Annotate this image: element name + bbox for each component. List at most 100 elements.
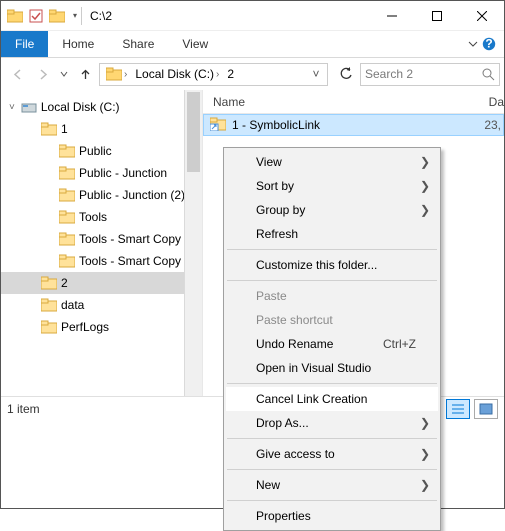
chevron-right-icon[interactable]: › <box>124 69 127 80</box>
menu-item-label: Give access to <box>256 447 335 461</box>
menu-item: Paste shortcut <box>226 308 438 332</box>
crumb-drive[interactable]: Local Disk (C:) <box>135 67 214 81</box>
chevron-right-icon: ❯ <box>420 416 430 430</box>
chevron-right-icon: ❯ <box>420 203 430 217</box>
ribbon-expand[interactable]: ? <box>460 31 504 57</box>
forward-button[interactable] <box>31 62 55 86</box>
menu-item[interactable]: Customize this folder... <box>226 253 438 277</box>
search-input[interactable]: Search 2 <box>360 63 500 86</box>
file-date: 23, <box>484 118 503 132</box>
menu-separator <box>227 438 437 439</box>
menu-item-label: Customize this folder... <box>256 258 377 272</box>
svg-text:?: ? <box>485 37 492 51</box>
menu-item[interactable]: Drop As...❯ <box>226 411 438 435</box>
list-row[interactable]: 1 - SymbolicLink23, <box>203 114 504 136</box>
folder-shortcut-icon <box>210 117 226 133</box>
qat-dropdown-icon[interactable]: ▾ <box>73 11 77 20</box>
scrollbar-thumb[interactable] <box>187 92 200 172</box>
folder-icon <box>59 232 75 246</box>
col-date[interactable]: Da <box>489 95 504 109</box>
thumbnails-view-button[interactable] <box>474 399 498 419</box>
file-tab[interactable]: File <box>1 31 48 57</box>
nav-tree[interactable]: ˅Local Disk (C:)1PublicPublic - Junction… <box>1 90 203 396</box>
tree-item[interactable]: 1 <box>1 118 202 140</box>
tree-item[interactable]: Public - Junction (2) <box>1 184 202 206</box>
col-name[interactable]: Name <box>209 95 489 109</box>
menu-item[interactable]: Sort by❯ <box>226 174 438 198</box>
tree-item[interactable]: Public - Junction <box>1 162 202 184</box>
tree-item[interactable]: Tools <box>1 206 202 228</box>
menu-item-label: Refresh <box>256 227 298 241</box>
collapse-icon[interactable]: ˅ <box>9 102 15 113</box>
menu-item[interactable]: New ❯ <box>226 473 438 497</box>
menu-item[interactable]: Undo Rename Ctrl+Z <box>226 332 438 356</box>
tab-home[interactable]: Home <box>48 31 108 57</box>
menu-item[interactable]: Properties <box>226 504 438 528</box>
crumb-folder[interactable]: 2 <box>227 67 234 81</box>
menu-item[interactable]: View ❯ <box>226 150 438 174</box>
close-button[interactable] <box>459 1 504 31</box>
file-name: 1 - SymbolicLink <box>232 118 484 132</box>
menu-item[interactable]: Open in Visual Studio <box>226 356 438 380</box>
search-icon <box>482 68 495 81</box>
chevron-right-icon: ❯ <box>420 478 430 492</box>
menu-item[interactable]: Group by ❯ <box>226 198 438 222</box>
menu-item-label: New <box>256 478 280 492</box>
tree-item[interactable]: Tools - Smart Copy (2) <box>1 250 202 272</box>
folder-icon <box>59 188 75 202</box>
chevron-down-icon <box>468 39 478 49</box>
folder-icon <box>7 9 23 23</box>
minimize-button[interactable] <box>369 1 414 31</box>
folder-icon-small <box>49 9 65 23</box>
menu-item-label: Open in Visual Studio <box>256 361 371 375</box>
tree-item[interactable]: 2 <box>1 272 202 294</box>
folder-icon <box>41 276 57 290</box>
folder-icon <box>41 320 57 334</box>
menu-separator <box>227 249 437 250</box>
menu-item-label: View <box>256 155 282 169</box>
menu-item[interactable]: Refresh <box>226 222 438 246</box>
chevron-right-icon: ❯ <box>420 447 430 461</box>
menu-item-label: Group by <box>256 203 305 217</box>
details-view-button[interactable] <box>446 399 470 419</box>
qat-check-icon[interactable] <box>29 9 43 23</box>
folder-icon <box>59 210 75 224</box>
folder-icon <box>41 122 57 136</box>
search-placeholder: Search 2 <box>365 67 413 81</box>
tree-root[interactable]: ˅Local Disk (C:) <box>1 96 202 118</box>
tree-item[interactable]: Public <box>1 140 202 162</box>
tab-view[interactable]: View <box>168 31 222 57</box>
maximize-button[interactable] <box>414 1 459 31</box>
title-bar: ▾ C:\2 <box>1 1 504 31</box>
chevron-right-icon: ❯ <box>420 155 430 169</box>
context-menu: View❯Sort by❯Group by❯RefreshCustomize t… <box>223 147 441 531</box>
tree-item[interactable]: data <box>1 294 202 316</box>
list-header[interactable]: Name Da <box>203 90 504 114</box>
back-button[interactable] <box>5 62 29 86</box>
tab-share[interactable]: Share <box>108 31 168 57</box>
tree-item[interactable]: PerfLogs <box>1 316 202 338</box>
folder-icon <box>41 298 57 312</box>
menu-item[interactable]: Cancel Link Creation <box>226 387 438 411</box>
address-bar[interactable]: › Local Disk (C:)› 2 ˅ <box>99 63 328 86</box>
menu-item-label: Paste shortcut <box>256 313 333 327</box>
help-icon[interactable]: ? <box>482 37 496 51</box>
refresh-button[interactable] <box>334 62 358 86</box>
up-button[interactable] <box>73 62 97 86</box>
menu-item-label: Properties <box>256 509 311 523</box>
folder-icon <box>59 144 75 158</box>
item-count: 1 item <box>7 402 40 416</box>
chevron-right-icon[interactable]: › <box>216 69 219 80</box>
menu-item: Paste <box>226 284 438 308</box>
nav-bar: › Local Disk (C:)› 2 ˅ Search 2 <box>1 58 504 90</box>
ribbon: File Home Share View ? <box>1 31 504 57</box>
recent-dropdown[interactable] <box>57 62 71 86</box>
menu-item[interactable]: Give access to ❯ <box>226 442 438 466</box>
folder-icon <box>59 166 75 180</box>
tree-item[interactable]: Tools - Smart Copy <box>1 228 202 250</box>
menu-item-label: Undo Rename <box>256 337 333 351</box>
drive-icon <box>21 100 37 114</box>
menu-shortcut: Ctrl+Z <box>383 337 416 351</box>
menu-item-label: Sort by <box>256 179 294 193</box>
address-dropdown-icon[interactable]: ˅ <box>307 67 325 81</box>
